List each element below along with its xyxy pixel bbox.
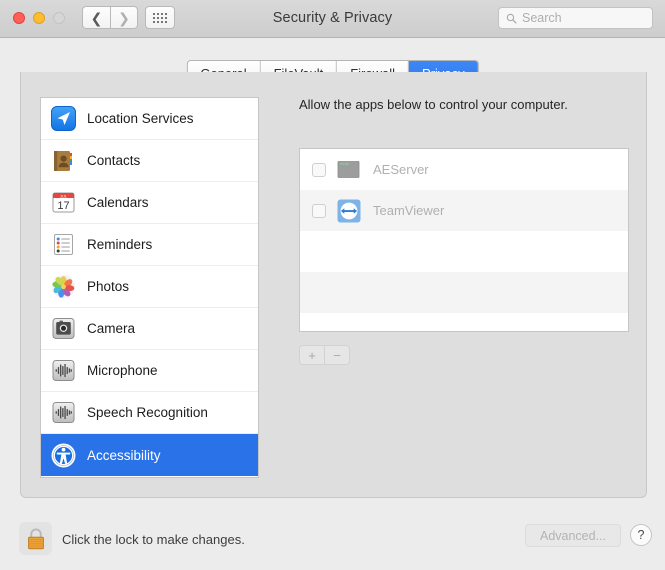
table-row-empty (300, 231, 628, 272)
teamviewer-icon (337, 199, 361, 223)
table-row-empty (300, 272, 628, 313)
aeserver-icon (337, 158, 361, 182)
sidebar-item-label: Reminders (87, 237, 153, 252)
app-checkbox[interactable] (312, 162, 326, 177)
allowed-apps-list[interactable]: AEServer TeamViewer (299, 148, 629, 332)
titlebar: ❮ ❯ Security & Privacy (0, 0, 665, 38)
sidebar-item-microphone[interactable]: Microphone (41, 350, 258, 392)
accessibility-icon (50, 442, 77, 469)
privacy-detail-column: Allow the apps below to control your com… (279, 97, 629, 365)
search-icon (506, 13, 517, 24)
calendar-day-number: 17 (57, 200, 69, 212)
sidebar-item-contacts[interactable]: Contacts (41, 140, 258, 182)
lock-closed-icon (27, 528, 44, 549)
advanced-button[interactable]: Advanced... (525, 524, 621, 547)
app-name: AEServer (373, 162, 429, 177)
help-button[interactable]: ? (630, 524, 652, 546)
search-input[interactable] (522, 11, 642, 25)
bottom-bar: Click the lock to make changes. Advanced… (0, 510, 665, 570)
sidebar-item-reminders[interactable]: Reminders (41, 224, 258, 266)
sidebar-item-calendars[interactable]: JUL 17 Calendars (41, 182, 258, 224)
add-app-button[interactable]: + (300, 346, 325, 364)
sidebar-item-label: Contacts (87, 153, 141, 168)
sidebar-item-label: Camera (87, 321, 136, 336)
table-row[interactable]: TeamViewer (300, 190, 628, 231)
privacy-category-list[interactable]: Location Services Contacts JUL 17 Calend… (40, 97, 259, 478)
allow-apps-caption: Allow the apps below to control your com… (299, 97, 568, 112)
sidebar-item-accessibility[interactable]: Accessibility (41, 434, 258, 476)
table-row-empty (300, 313, 628, 331)
table-row[interactable]: AEServer (300, 149, 628, 190)
camera-icon (50, 315, 77, 342)
svg-text:JUL: JUL (60, 193, 68, 198)
sidebar-item-label: Speech Recognition (87, 405, 208, 420)
sidebar-item-label: Microphone (87, 363, 158, 378)
sidebar-item-label: Photos (87, 279, 130, 294)
microphone-icon (50, 357, 77, 384)
sidebar-item-camera[interactable]: Camera (41, 308, 258, 350)
contacts-icon (50, 147, 77, 174)
sidebar-item-label: Calendars (87, 195, 149, 210)
location-services-icon (50, 105, 77, 132)
sidebar-item-photos[interactable]: Photos (41, 266, 258, 308)
reminders-icon (50, 231, 77, 258)
add-remove-button-group[interactable]: + − (299, 345, 350, 365)
app-name: TeamViewer (373, 203, 445, 218)
lock-button[interactable] (19, 522, 52, 555)
speech-recognition-icon (50, 399, 77, 426)
sidebar-item-location-services[interactable]: Location Services (41, 98, 258, 140)
app-checkbox[interactable] (312, 203, 326, 218)
sidebar-item-label: Accessibility (87, 447, 161, 463)
remove-app-button[interactable]: − (325, 346, 349, 364)
security-privacy-window: ❮ ❯ Security & Privacy General FileVault… (0, 0, 665, 570)
privacy-panel: Location Services Contacts JUL 17 Calend… (20, 72, 647, 498)
lock-status-text: Click the lock to make changes. (62, 532, 245, 547)
photos-icon (50, 273, 77, 300)
tab-bar: General FileVault Firewall Privacy (0, 38, 665, 88)
search-field[interactable] (498, 7, 653, 29)
sidebar-item-speech-recognition[interactable]: Speech Recognition (41, 392, 258, 434)
calendar-icon: JUL 17 (50, 189, 77, 216)
sidebar-item-label: Location Services (87, 111, 194, 126)
